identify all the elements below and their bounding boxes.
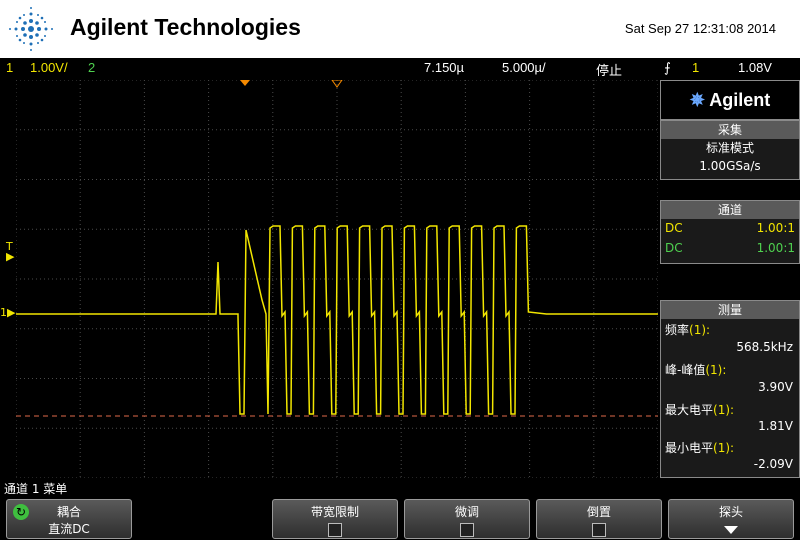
invert-label: 倒置 xyxy=(586,505,611,519)
trigger-source[interactable]: 1 xyxy=(692,60,699,75)
measurement-item: 最小电平(1): -2.09V xyxy=(661,437,799,475)
agilent-spark-logo-icon xyxy=(9,7,53,51)
waveform-display[interactable] xyxy=(16,80,658,478)
channels-title: 通道 xyxy=(661,201,799,219)
measurement-item: 频率(1): 568.5kHz xyxy=(661,319,799,359)
run-state[interactable]: 停止 xyxy=(596,60,622,79)
ch2-label[interactable]: 2 xyxy=(88,60,95,75)
bw-limit-label: 带宽限制 xyxy=(310,505,359,519)
measurement-name: 峰-峰值 xyxy=(665,363,706,377)
ch1-scale[interactable]: 1.00V/ xyxy=(30,60,68,75)
side-panel: ✵ Agilent 采集 标准模式 1.00GSa/s 通道 DC 1.00:1… xyxy=(660,80,800,478)
measurement-channel: (1): xyxy=(689,323,711,337)
trigger-position-marker xyxy=(331,80,343,88)
time-offset[interactable]: 7.150µ xyxy=(424,60,464,75)
trigger-edge-icon: ⨍ xyxy=(664,60,671,75)
fine-checkbox[interactable] xyxy=(460,523,474,537)
ch1-ground-marker: 1▶ xyxy=(0,306,16,319)
ch1-marker-label: 1 xyxy=(0,306,7,319)
ch1-label[interactable]: 1 xyxy=(6,60,13,75)
measurement-item: 峰-峰值(1): 3.90V xyxy=(661,359,799,399)
invert-softkey[interactable]: 倒置 xyxy=(536,499,662,539)
trigger-level[interactable]: 1.08V xyxy=(738,60,772,75)
coupling-softkey[interactable]: ↻ 耦合 直流DC xyxy=(6,499,132,539)
agilent-spark-small-icon: ✵ xyxy=(689,90,705,110)
measurement-name: 频率 xyxy=(665,323,690,337)
acquire-mode: 标准模式 xyxy=(705,141,754,155)
submenu-arrow-icon xyxy=(724,526,738,534)
measurement-value: 3.90V xyxy=(758,380,793,394)
probe-label: 探头 xyxy=(718,505,743,519)
time-scale[interactable]: 5.000µ/ xyxy=(502,60,546,75)
bw-limit-softkey[interactable]: 带宽限制 xyxy=(272,499,398,539)
bw-limit-checkbox[interactable] xyxy=(328,523,342,537)
softkey-bar: ↻ 耦合 直流DC 带宽限制 微调 倒置 探头 xyxy=(0,497,800,539)
measurement-channel: (1): xyxy=(713,441,735,455)
datetime: Sat Sep 27 12:31:08 2014 xyxy=(624,21,776,36)
rotate-knob-icon: ↻ xyxy=(13,504,29,520)
channel-coupling: DC xyxy=(665,241,683,255)
measurement-channel: (1): xyxy=(713,403,735,417)
acquire-title: 采集 xyxy=(661,121,799,139)
fine-label: 微调 xyxy=(454,505,479,519)
acquire-box: 采集 标准模式 1.00GSa/s xyxy=(660,120,800,180)
channel-coupling: DC xyxy=(665,221,683,235)
ch1-trace xyxy=(16,225,658,415)
channel-row: DC 1.00:1 xyxy=(661,219,799,239)
measurement-value: 1.81V xyxy=(758,419,793,433)
channels-box: 通道 DC 1.00:1 DC 1.00:1 xyxy=(660,200,800,264)
measure-box: 测量 频率(1): 568.5kHz 峰-峰值(1): 3.90V 最大电平(1… xyxy=(660,300,800,478)
softkey-menu-title: 通道 1 菜单 xyxy=(4,482,68,496)
agilent-logo: ✵ Agilent xyxy=(689,90,771,110)
fine-softkey[interactable]: 微调 xyxy=(404,499,530,539)
channel-probe-ratio: 1.00:1 xyxy=(756,221,795,235)
measurement-channel: (1): xyxy=(705,363,727,377)
channel-probe-ratio: 1.00:1 xyxy=(756,241,795,255)
probe-softkey[interactable]: 探头 xyxy=(668,499,794,539)
coupling-value: 直流DC xyxy=(48,522,90,536)
measure-title: 测量 xyxy=(661,301,799,319)
measurement-name: 最大电平 xyxy=(665,403,714,417)
brand-title: Agilent Technologies xyxy=(70,14,301,40)
status-bar: 1 1.00V/ 2 7.150µ 5.000µ/ 停止 ⨍ 1 1.08V xyxy=(0,58,800,78)
time-reference-marker xyxy=(240,80,250,86)
side-logo-box: ✵ Agilent xyxy=(660,80,800,120)
measurement-item: 最大电平(1): 1.81V xyxy=(661,399,799,437)
trigger-marker-label: T xyxy=(6,240,13,253)
invert-checkbox[interactable] xyxy=(592,523,606,537)
measurement-value: -2.09V xyxy=(753,457,793,471)
trigger-level-marker: T ▶ xyxy=(6,240,15,263)
sample-rate: 1.00GSa/s xyxy=(699,159,761,173)
measurement-value: 568.5kHz xyxy=(736,340,793,354)
measurement-name: 最小电平 xyxy=(665,441,714,455)
header-bar: Agilent Technologies Sat Sep 27 12:31:08… xyxy=(0,0,800,58)
channel-row: DC 1.00:1 xyxy=(661,239,799,259)
